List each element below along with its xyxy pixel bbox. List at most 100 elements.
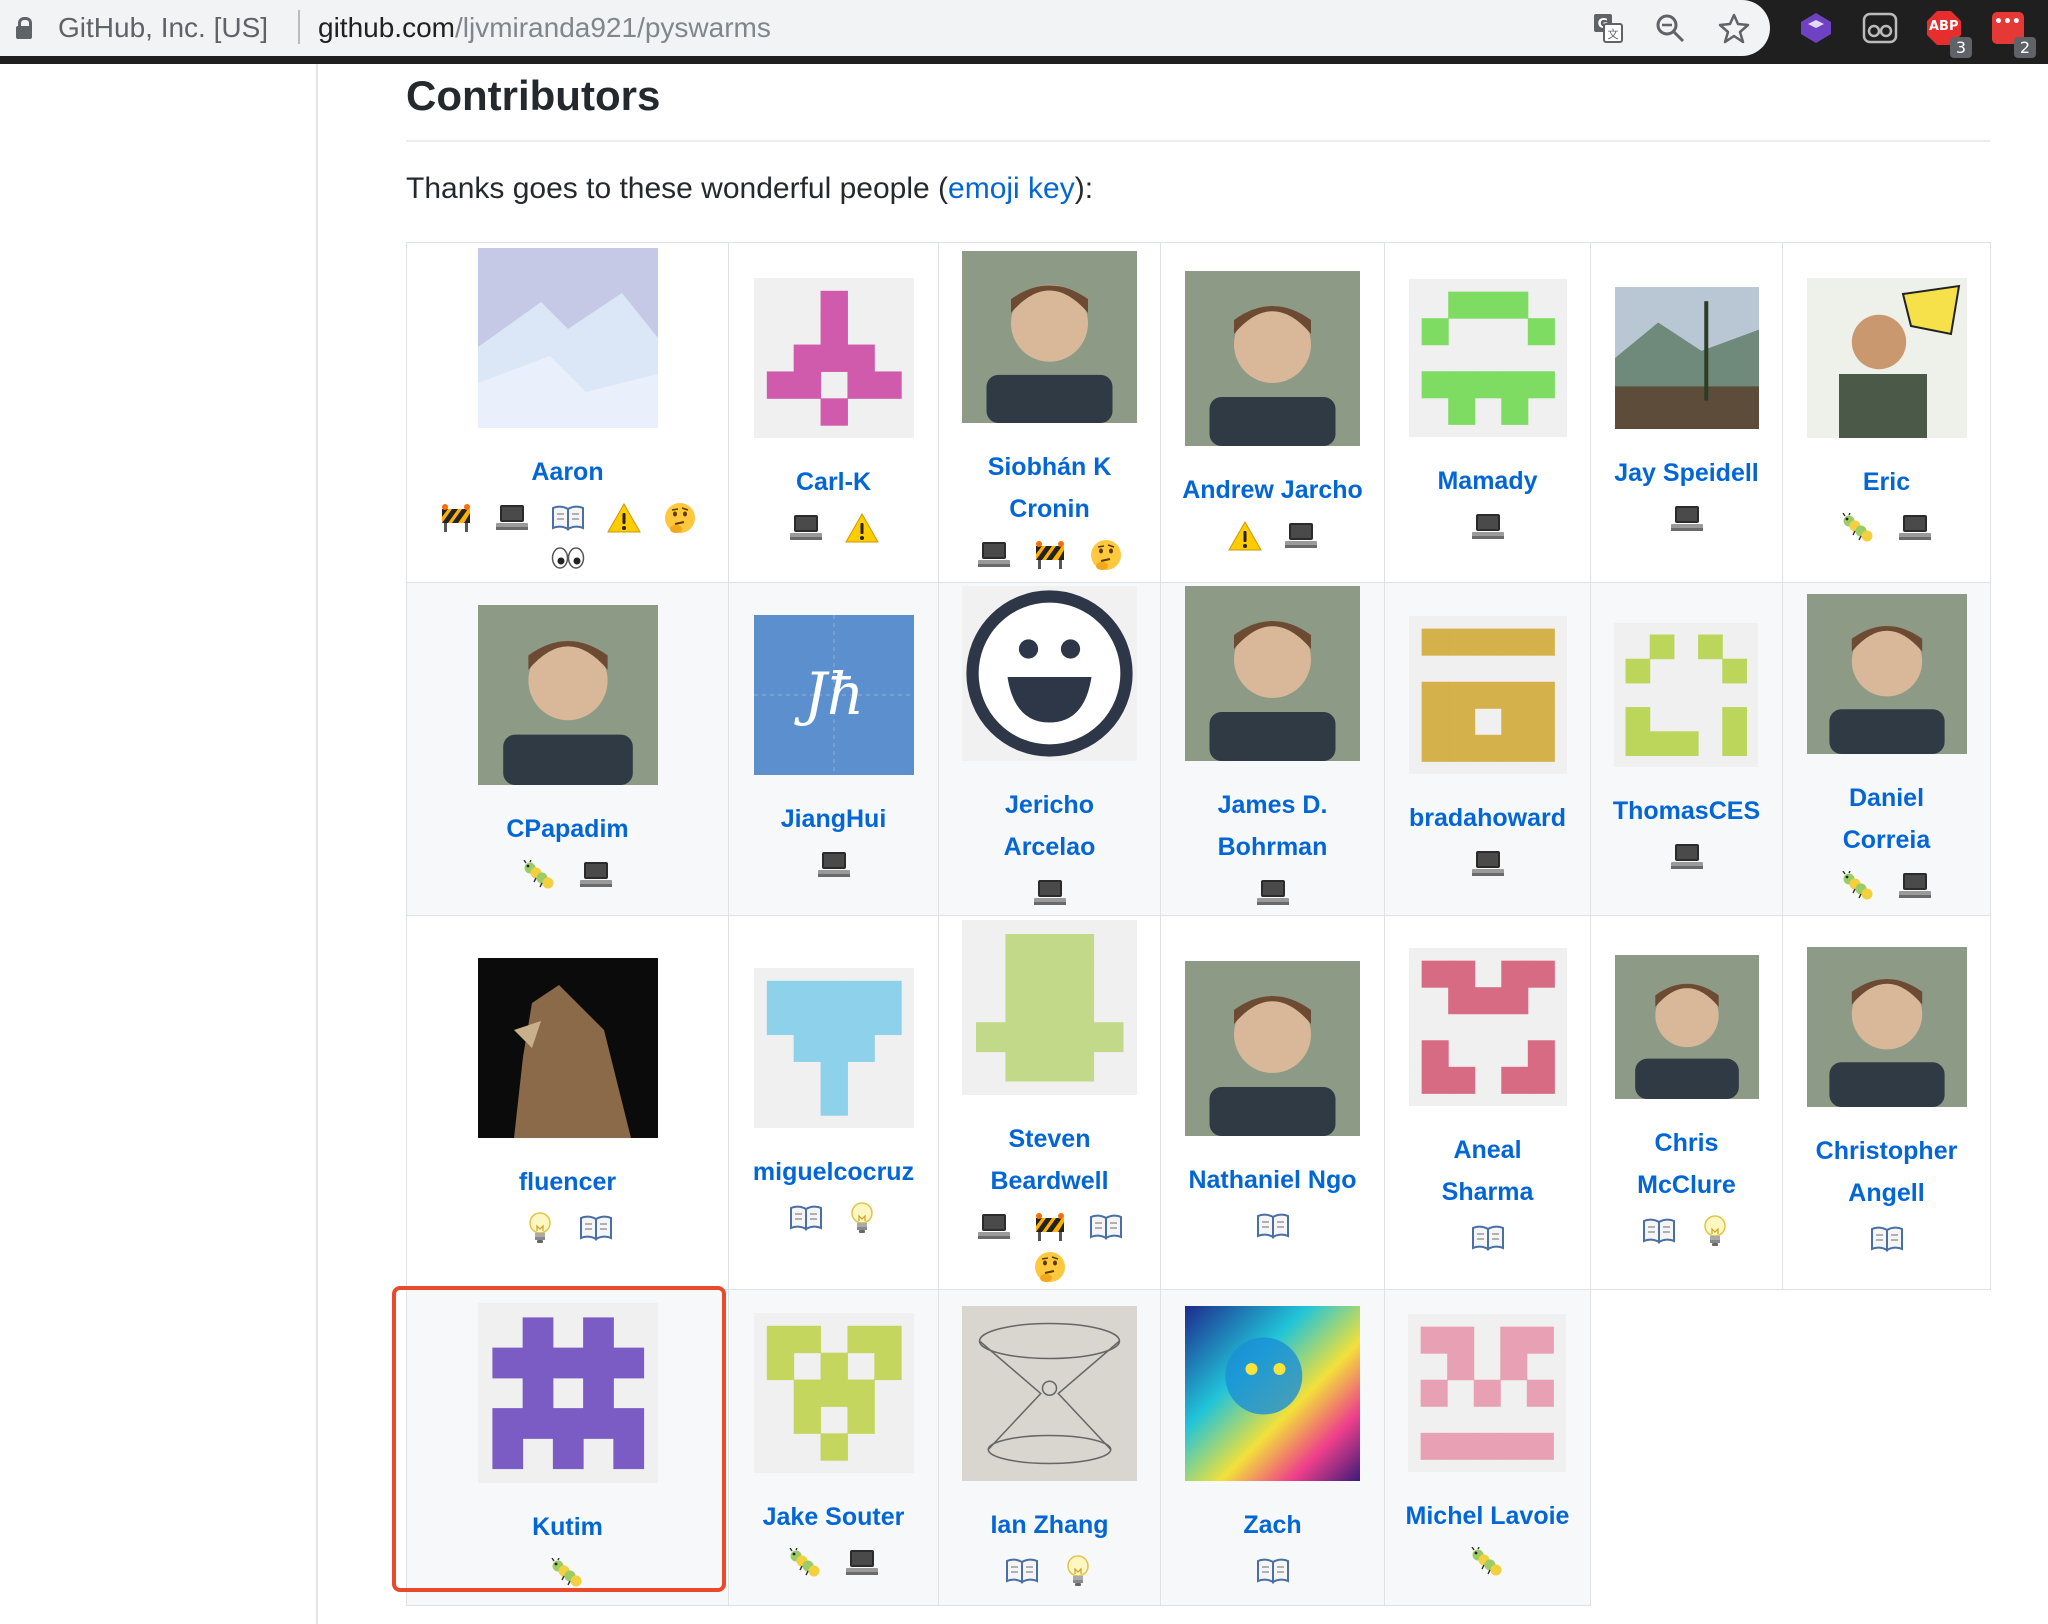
code-icon[interactable] [577,856,615,894]
adblock-plus-icon[interactable]: ABP 3 [1924,8,1972,58]
contributor-name[interactable]: Eric [1863,461,1910,503]
avatar[interactable] [1806,947,1967,1112]
contributor-link[interactable]: Jay Speidell [1614,287,1759,494]
idea-icon[interactable] [1059,1552,1097,1590]
contributor-name[interactable]: bradahoward [1409,797,1566,839]
contributor-name[interactable]: Michel Lavoie [1406,1495,1570,1537]
contributor-link[interactable]: Jħ JiangHui [753,614,914,840]
contributor-name[interactable]: Ian Zhang [990,1504,1108,1546]
contributor-name[interactable]: Jericho Arcelao [959,784,1141,868]
extension-purple-icon[interactable] [1796,8,1836,48]
idea-icon[interactable] [843,1199,881,1237]
zoom-icon[interactable] [1652,10,1688,46]
contributor-name[interactable]: Siobhán K Cronin [959,446,1141,530]
contributor-link[interactable]: Aaron [477,248,658,493]
contributor-name[interactable]: Steven Beardwell [959,1118,1141,1202]
extension-red-icon[interactable]: ••• 2 [1988,8,2036,58]
contributor-link[interactable]: miguelcocruz [753,968,914,1193]
avatar[interactable] [1184,270,1360,451]
contributor-name[interactable]: Christopher Angell [1803,1130,1971,1214]
code-icon[interactable] [493,499,531,537]
contributor-link[interactable]: Aneal Sharma [1405,948,1571,1213]
avatar[interactable] [1614,955,1759,1104]
bug-icon[interactable] [1469,1543,1507,1581]
contributor-name[interactable]: Nathaniel Ngo [1188,1159,1356,1201]
avatar[interactable] [1408,615,1567,779]
contributor-link[interactable]: Eric [1806,278,1967,503]
avatar[interactable] [1185,586,1360,766]
contributor-link[interactable]: Jake Souter [753,1313,914,1538]
contributor-link[interactable]: Siobhán K Cronin [959,251,1141,530]
code-icon[interactable] [1282,517,1320,555]
avatar[interactable] [477,604,658,790]
code-icon[interactable] [975,1208,1013,1246]
code-icon[interactable] [1469,845,1507,883]
contributor-name[interactable]: JiangHui [781,798,887,840]
code-icon[interactable] [1668,500,1706,538]
code-icon[interactable] [1469,508,1507,546]
infra-icon[interactable] [1031,536,1069,574]
contributor-link[interactable]: Steven Beardwell [959,919,1141,1202]
contributor-link[interactable]: Andrew Jarcho [1182,270,1363,511]
infra-icon[interactable] [437,499,475,537]
bug-icon[interactable] [521,856,559,894]
contributor-link[interactable]: Jericho Arcelao [959,586,1141,868]
avatar[interactable] [477,248,658,433]
contributor-name[interactable]: Daniel Correia [1803,777,1971,861]
contributor-link[interactable]: Zach [1185,1305,1360,1546]
contributor-name[interactable]: CPapadim [506,808,628,850]
avatar[interactable]: Jħ [753,614,914,780]
doc-icon[interactable] [1003,1552,1041,1590]
avatar[interactable] [753,1313,914,1478]
doc-icon[interactable] [577,1209,615,1247]
question-icon[interactable] [1087,536,1125,574]
doc-icon[interactable] [1087,1208,1125,1246]
bug-icon[interactable] [1840,509,1878,547]
doc-icon[interactable] [549,499,587,537]
bookmark-star-icon[interactable] [1716,10,1752,46]
contributor-name[interactable]: fluencer [519,1161,616,1203]
avatar[interactable] [962,1305,1137,1486]
contributor-name[interactable]: Mamady [1437,460,1537,502]
test-icon[interactable] [1226,517,1264,555]
contributor-name[interactable]: miguelcocruz [753,1151,914,1193]
contributor-link[interactable]: Christopher Angell [1803,947,1971,1214]
code-icon[interactable] [1668,838,1706,876]
question-icon[interactable] [1031,1248,1069,1286]
avatar[interactable] [1408,279,1567,442]
site-identity[interactable]: GitHub, Inc. [US] [58,12,268,44]
doc-icon[interactable] [1868,1220,1906,1258]
code-icon[interactable] [1031,874,1069,912]
doc-icon[interactable] [1469,1219,1507,1257]
contributor-link[interactable]: Michel Lavoie [1406,1314,1570,1537]
code-icon[interactable] [975,536,1013,574]
avatar[interactable] [1408,1314,1567,1477]
contributor-link[interactable]: Daniel Correia [1803,593,1971,861]
avatar[interactable] [962,919,1137,1100]
test-icon[interactable] [843,509,881,547]
code-icon[interactable] [1896,867,1934,905]
doc-icon[interactable] [1640,1212,1678,1250]
contributor-name[interactable]: Jake Souter [763,1496,905,1538]
review-icon[interactable] [549,539,587,577]
contributor-link[interactable]: Chris McClure [1611,955,1763,1206]
avatar[interactable] [962,586,1137,766]
code-icon[interactable] [1896,509,1934,547]
contributor-name[interactable]: Jay Speidell [1614,452,1759,494]
avatar[interactable] [477,958,658,1143]
question-icon[interactable] [661,499,699,537]
contributor-name[interactable]: Zach [1243,1504,1301,1546]
contributor-name[interactable]: Andrew Jarcho [1182,469,1363,511]
contributor-link[interactable]: fluencer [477,958,658,1203]
bug-icon[interactable] [787,1544,825,1582]
contributor-link[interactable]: bradahoward [1408,615,1567,839]
contributor-link[interactable]: James D. Bohrman [1181,586,1365,868]
emoji-key-link[interactable]: emoji key [948,172,1075,205]
contributor-link[interactable]: ThomasCES [1613,622,1760,832]
doc-icon[interactable] [1254,1552,1292,1590]
avatar[interactable] [753,968,914,1133]
avatar[interactable] [1185,960,1360,1141]
contributor-name[interactable]: ThomasCES [1613,790,1760,832]
code-icon[interactable] [1254,874,1292,912]
contributor-link[interactable]: Nathaniel Ngo [1185,960,1360,1201]
